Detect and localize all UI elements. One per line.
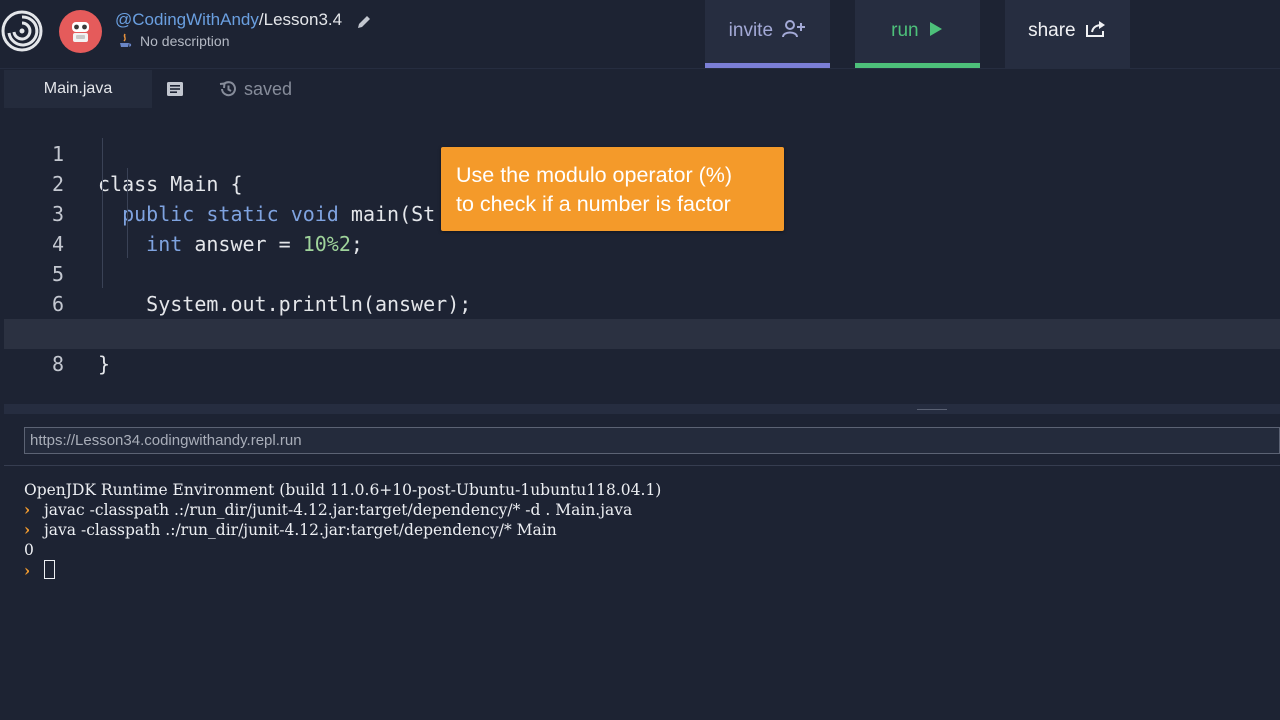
invite-button[interactable]: invite xyxy=(705,0,830,68)
saved-label: saved xyxy=(244,79,293,99)
run-button[interactable]: run xyxy=(855,0,980,68)
editor-tab-bar: Main.java saved xyxy=(4,70,1280,108)
prompt-icon: › xyxy=(24,561,31,580)
line-number: 8 xyxy=(51,352,64,376)
repl-title[interactable]: @CodingWithAndy/Lesson3.4 xyxy=(115,10,342,30)
saved-status[interactable]: saved xyxy=(218,79,292,100)
terminal-cursor[interactable] xyxy=(44,560,55,579)
callout-line: to check if a number is factor xyxy=(456,192,731,216)
url-input[interactable] xyxy=(30,428,1270,453)
history-icon xyxy=(218,79,238,99)
java-icon xyxy=(118,33,132,49)
code-line[interactable]: 5 System.out.println(answer); xyxy=(4,229,1280,316)
code-line-active[interactable]: 8 xyxy=(4,319,1280,376)
header: @CodingWithAndy/Lesson3.4 No description… xyxy=(0,0,1280,69)
pencil-icon[interactable] xyxy=(355,13,373,31)
invite-underline xyxy=(705,63,830,68)
prompt-icon: › xyxy=(24,520,31,539)
repl-name[interactable]: Lesson3.4 xyxy=(264,10,342,29)
add-user-icon xyxy=(782,20,806,38)
run-underline xyxy=(855,63,980,68)
code-line[interactable]: 6 } xyxy=(4,259,1280,346)
invite-label: invite xyxy=(728,20,774,41)
terminal-line: › java -classpath .:/run_dir/junit-4.12.j… xyxy=(24,520,661,540)
indent-guide xyxy=(102,138,103,288)
console-pane[interactable]: OpenJDK Runtime Environment (build 11.0.… xyxy=(4,414,1280,720)
terminal-text: 0 xyxy=(24,541,34,559)
terminal-text: OpenJDK Runtime Environment (build 11.0.… xyxy=(24,481,662,499)
terminal-output[interactable]: OpenJDK Runtime Environment (build 11.0.… xyxy=(24,480,661,580)
play-icon xyxy=(929,22,942,36)
share-label: share xyxy=(1028,20,1076,41)
terminal-line: › javac -classpath .:/run_dir/junit-4.12.… xyxy=(24,500,661,520)
console-separator xyxy=(4,465,1280,466)
pane-divider[interactable] xyxy=(4,404,1280,414)
terminal-line: OpenJDK Runtime Environment (build 11.0.… xyxy=(24,480,661,500)
avatar[interactable] xyxy=(59,10,102,53)
description-row[interactable]: No description xyxy=(118,33,230,49)
callout-line: Use the modulo operator (%) xyxy=(456,163,733,187)
code-text[interactable]: } xyxy=(98,349,110,379)
terminal-text: javac -classpath .:/run_dir/junit-4.12.j… xyxy=(44,501,633,519)
share-button[interactable]: share xyxy=(1005,0,1130,68)
url-bar[interactable] xyxy=(24,427,1280,454)
tip-callout: Use the modulo operator (%) to check if … xyxy=(441,147,784,231)
username-link[interactable]: @CodingWithAndy xyxy=(115,10,259,29)
code-line[interactable]: 7 } xyxy=(4,289,1280,376)
indent-guide xyxy=(127,168,128,258)
document-icon[interactable] xyxy=(166,81,184,97)
terminal-input-line[interactable]: › xyxy=(24,560,661,580)
terminal-text: java -classpath .:/run_dir/junit-4.12.ja… xyxy=(44,521,557,539)
terminal-line: 0 xyxy=(24,540,661,560)
tab-label: Main.java xyxy=(43,80,113,97)
prompt-icon: › xyxy=(24,500,31,519)
share-icon xyxy=(1085,21,1105,37)
tab-main-java[interactable]: Main.java xyxy=(4,70,152,108)
resize-handle[interactable] xyxy=(917,409,947,410)
code-line[interactable]: 1 class Main { xyxy=(4,109,1280,196)
description-text: No description xyxy=(140,33,230,49)
replit-logo-icon[interactable] xyxy=(0,9,44,53)
run-label: run xyxy=(891,20,919,41)
